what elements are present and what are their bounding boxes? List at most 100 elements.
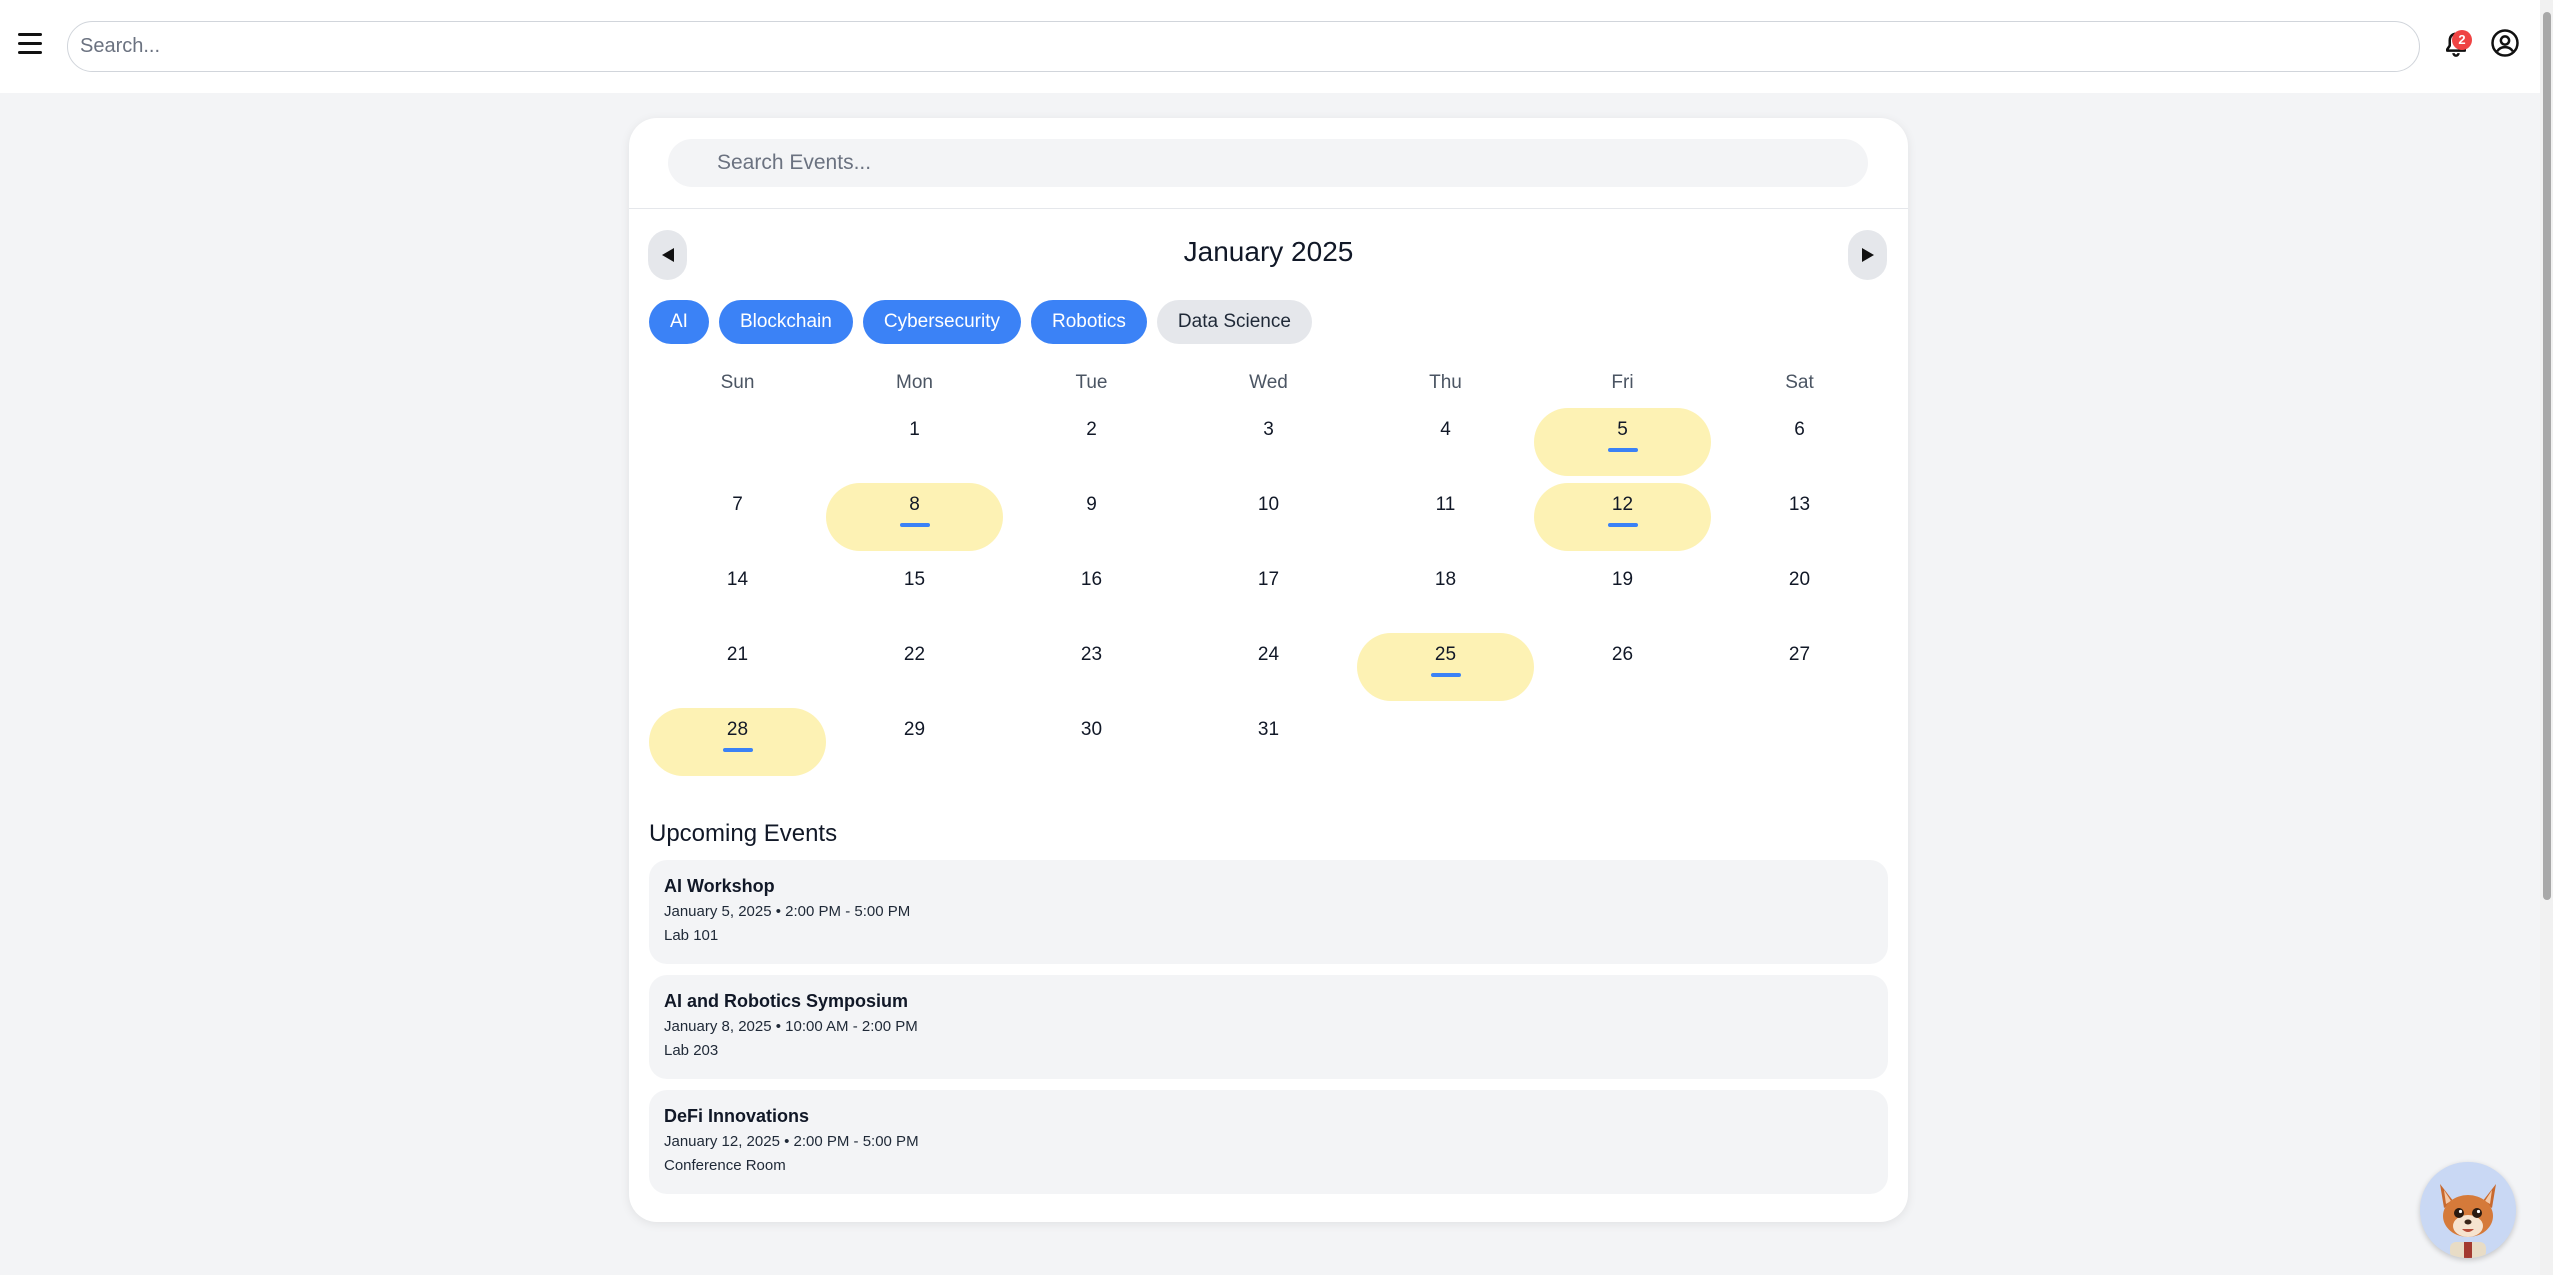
event-search-input[interactable]: [668, 139, 1868, 187]
day-cell[interactable]: 12: [1534, 483, 1711, 551]
day-number: 20: [1788, 569, 1811, 590]
day-cell[interactable]: 27: [1711, 633, 1888, 701]
day-number: 18: [1434, 569, 1457, 590]
event-card[interactable]: DeFi Innovations January 12, 2025 • 2:00 …: [649, 1090, 1888, 1194]
day-number: 2: [1086, 419, 1097, 440]
day-cell[interactable]: 17: [1180, 558, 1357, 626]
empty-day-cell: [649, 408, 826, 476]
day-number: 27: [1788, 644, 1811, 665]
day-cell[interactable]: 14: [649, 558, 826, 626]
weekday-header: Thu: [1429, 372, 1462, 393]
day-number: 1: [909, 419, 920, 440]
global-search-input[interactable]: [67, 21, 2420, 72]
day-cell[interactable]: 13: [1711, 483, 1888, 551]
day-number: 16: [1080, 569, 1103, 590]
day-cell[interactable]: 7: [649, 483, 826, 551]
day-cell[interactable]: 30: [1003, 708, 1180, 776]
day-number: 13: [1788, 494, 1811, 515]
day-cell[interactable]: 5: [1534, 408, 1711, 476]
day-cell[interactable]: 9: [1003, 483, 1180, 551]
day-cell[interactable]: 10: [1180, 483, 1357, 551]
day-number: 6: [1794, 419, 1805, 440]
day-number: 30: [1080, 719, 1103, 740]
weekday-header: Sat: [1785, 372, 1814, 393]
divider: [629, 208, 1908, 209]
day-cell[interactable]: 4: [1357, 408, 1534, 476]
triangle-right-icon: [1861, 248, 1874, 262]
day-number: 11: [1435, 494, 1456, 515]
filter-tag[interactable]: Blockchain: [718, 300, 853, 344]
weekday-header: Tue: [1075, 372, 1108, 393]
day-cell[interactable]: 6: [1711, 408, 1888, 476]
weekday-header: Sun: [720, 372, 755, 393]
event-indicator: [900, 523, 930, 527]
day-number: 24: [1257, 644, 1280, 665]
weekday-header: Wed: [1249, 372, 1288, 393]
day-cell[interactable]: 25: [1357, 633, 1534, 701]
category-filters: AI Blockchain Cybersecurity Robotics Data Sc…: [649, 300, 1312, 344]
day-number: 10: [1257, 494, 1280, 515]
event-card[interactable]: AI and Robotics Symposium January 8, 2025…: [649, 975, 1888, 1079]
day-number: 23: [1080, 644, 1103, 665]
notification-badge: 2: [2452, 30, 2472, 50]
upcoming-events-title: Upcoming Events: [649, 820, 838, 847]
day-cell[interactable]: 19: [1534, 558, 1711, 626]
filter-tag[interactable]: AI: [649, 300, 709, 344]
hamburger-menu-icon[interactable]: [18, 28, 48, 58]
day-cell[interactable]: 16: [1003, 558, 1180, 626]
event-card[interactable]: AI Workshop January 5, 2025 • 2:00 PM - 5…: [649, 860, 1888, 964]
filter-tag[interactable]: Cybersecurity: [862, 300, 1021, 344]
event-where: Conference Room: [664, 1157, 786, 1174]
day-cell[interactable]: 8: [826, 483, 1003, 551]
day-cell[interactable]: 28: [649, 708, 826, 776]
filter-tag[interactable]: Data Science: [1156, 300, 1312, 344]
day-number: 26: [1611, 644, 1634, 665]
day-number: 4: [1440, 419, 1451, 440]
event-where: Lab 101: [664, 927, 719, 944]
event-indicator: [1431, 673, 1461, 677]
event-where: Lab 203: [664, 1042, 719, 1059]
day-number: 14: [726, 569, 749, 590]
day-number: 22: [903, 644, 926, 665]
event-name: DeFi Innovations: [664, 1106, 810, 1126]
day-cell[interactable]: 29: [826, 708, 1003, 776]
assistant-avatar[interactable]: [2420, 1162, 2516, 1258]
upcoming-events-list: AI Workshop January 5, 2025 • 2:00 PM - 5…: [649, 860, 1888, 1205]
day-number: 31: [1257, 719, 1280, 740]
day-cell[interactable]: 20: [1711, 558, 1888, 626]
events-calendar-card: January 2025 AIBlockchainCybersecurityRo…: [629, 118, 1908, 1222]
day-number: 17: [1257, 569, 1280, 590]
day-number: 8: [909, 494, 920, 515]
day-cell[interactable]: 11: [1357, 483, 1534, 551]
day-cell[interactable]: 18: [1357, 558, 1534, 626]
event-name: AI Workshop: [664, 876, 775, 896]
user-profile-icon[interactable]: [2490, 28, 2520, 58]
event-indicator: [1608, 523, 1638, 527]
event-when: January 5, 2025 • 2:00 PM - 5:00 PM: [664, 903, 911, 920]
day-number: 12: [1611, 494, 1634, 515]
day-number: 15: [903, 569, 926, 590]
day-cell[interactable]: 15: [826, 558, 1003, 626]
day-cell[interactable]: 31: [1180, 708, 1357, 776]
event-name: AI and Robotics Symposium: [664, 991, 909, 1011]
event-when: January 12, 2025 • 2:00 PM - 5:00 PM: [664, 1133, 919, 1150]
day-number: 9: [1086, 494, 1097, 515]
filter-tag[interactable]: Robotics: [1031, 300, 1147, 344]
day-cell[interactable]: 26: [1534, 633, 1711, 701]
day-cell[interactable]: 3: [1180, 408, 1357, 476]
day-cell[interactable]: 21: [649, 633, 826, 701]
day-cell[interactable]: 23: [1003, 633, 1180, 701]
day-number: 29: [903, 719, 926, 740]
day-number: 21: [726, 644, 749, 665]
day-cell[interactable]: 22: [826, 633, 1003, 701]
next-month-button[interactable]: [1848, 230, 1887, 280]
weekday-header: Mon: [896, 372, 933, 393]
scrollbar-thumb[interactable]: [2543, 12, 2551, 900]
day-cell[interactable]: 1: [826, 408, 1003, 476]
weekday-header: Fri: [1611, 372, 1634, 393]
month-title: January 2025: [1183, 236, 1354, 267]
event-indicator: [723, 748, 753, 752]
calendar-grid: Sun Mon Tue Wed Thu Fri Sat 1 2 3 4 5 6 7 8 9 10 11 12 13 14…: [649, 372, 1888, 783]
day-cell[interactable]: 24: [1180, 633, 1357, 701]
day-cell[interactable]: 2: [1003, 408, 1180, 476]
